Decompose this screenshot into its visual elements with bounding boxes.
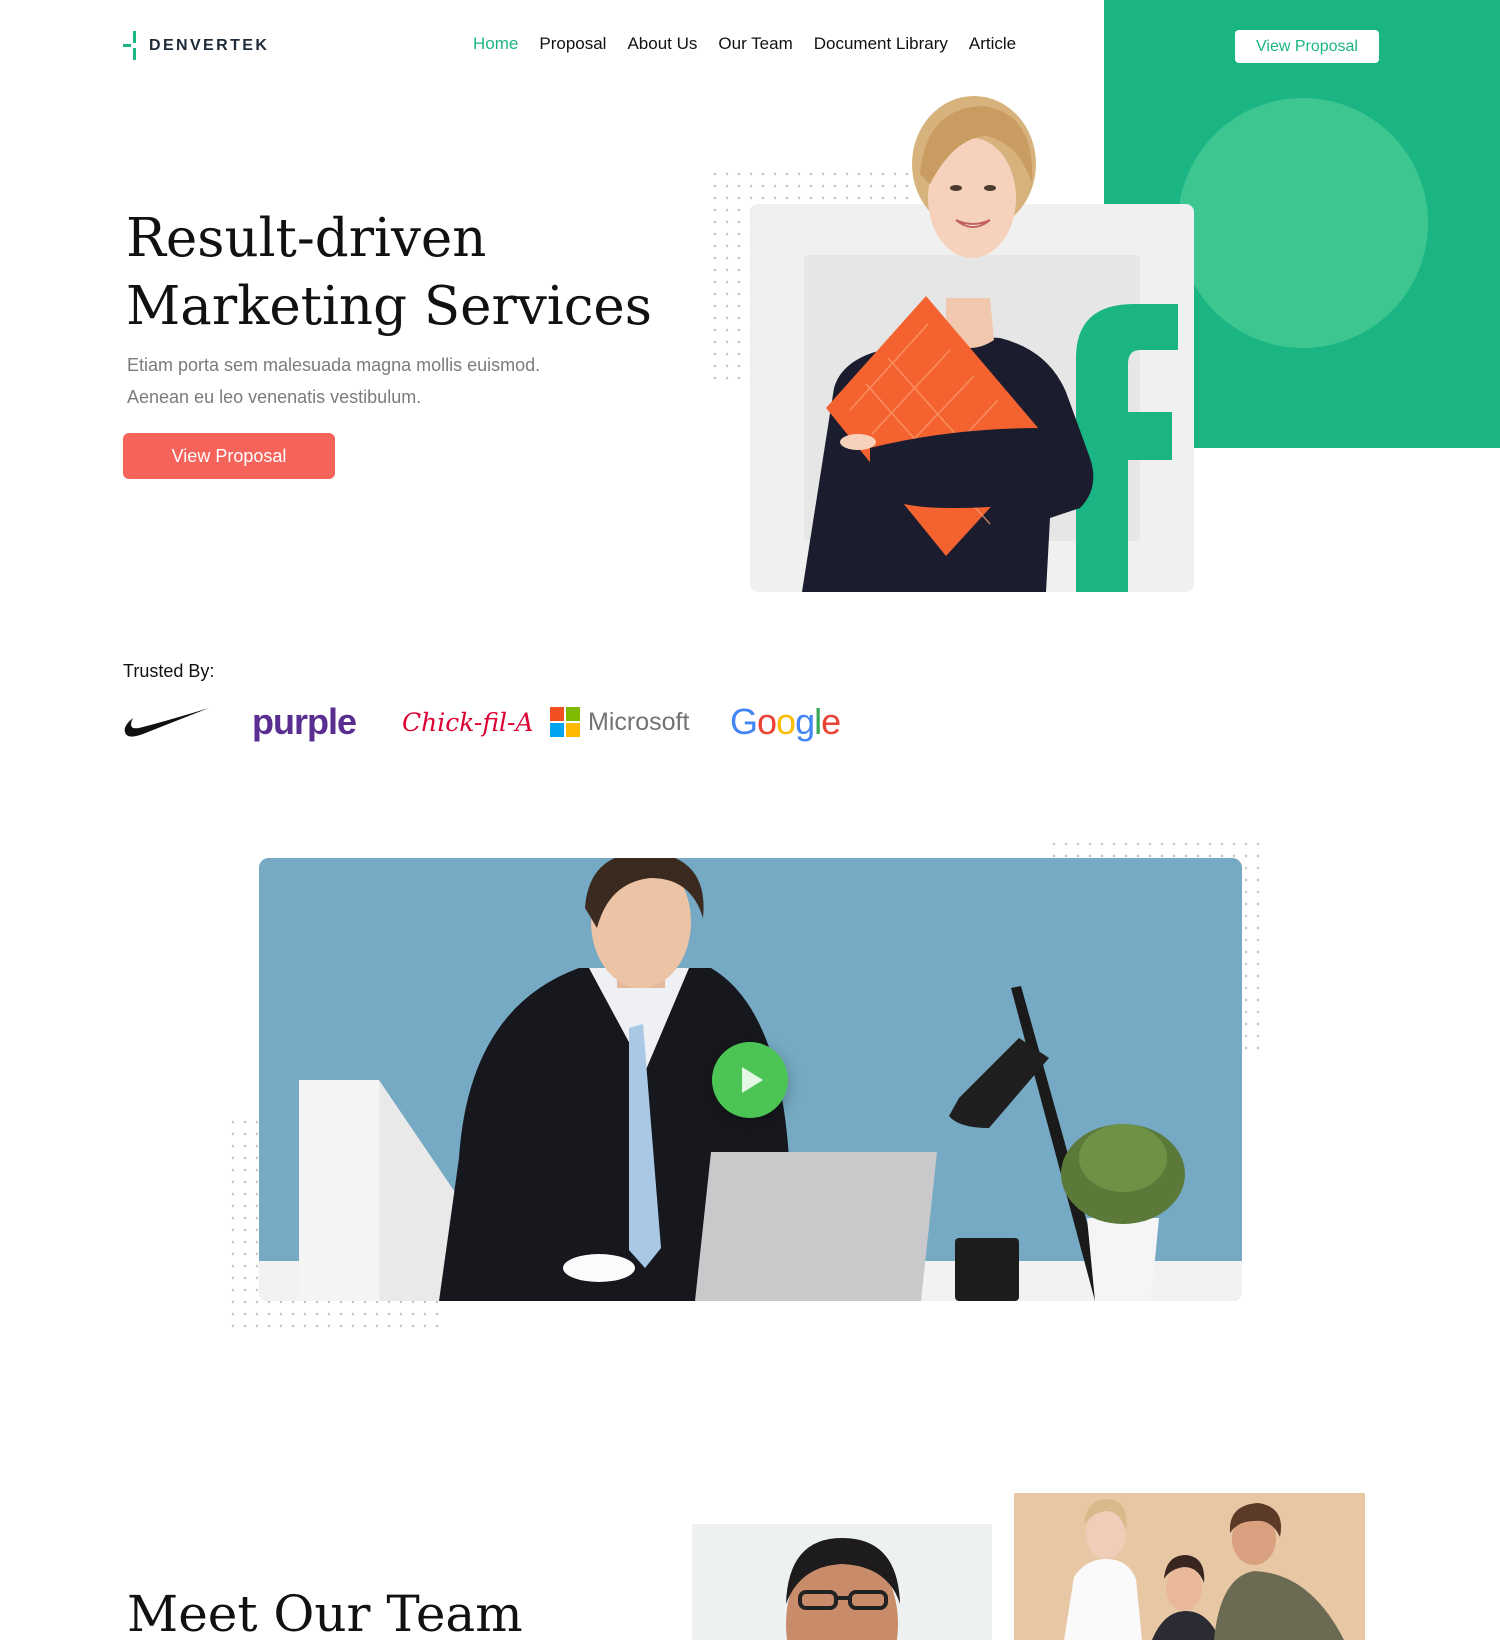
team-group-photo: [1014, 1493, 1365, 1640]
chick-fil-a-logo: Chick-fil-A: [402, 707, 534, 737]
microsoft-wordmark: Microsoft: [588, 707, 690, 736]
nike-logo: [124, 708, 209, 737]
play-button[interactable]: [712, 1042, 788, 1118]
nav-document-library[interactable]: Document Library: [814, 34, 948, 54]
hero-subtitle-line1: Etiam porta sem malesuada magna mollis e…: [127, 355, 541, 375]
microsoft-squares-icon: [550, 707, 580, 737]
nav-home[interactable]: Home: [473, 34, 518, 54]
trusted-by-label: Trusted By:: [123, 661, 215, 681]
nav-our-team[interactable]: Our Team: [718, 34, 792, 54]
hero-subtitle-line2: Aenean eu leo venenatis vestibulum.: [127, 387, 422, 407]
google-wordmark: Google: [730, 701, 841, 742]
main-nav: Home Proposal About Us Our Team Document…: [473, 34, 1016, 54]
hero-title-line1: Result-driven: [126, 208, 487, 269]
hero-view-proposal-button[interactable]: View Proposal: [123, 433, 335, 479]
play-icon: [742, 1067, 763, 1093]
logo-mark-icon: [121, 31, 139, 61]
hero-green-circle: [1178, 98, 1428, 348]
hero-woman-image: [802, 96, 1178, 592]
microsoft-logo: Microsoft: [550, 700, 689, 744]
team-group-image: [1064, 1499, 1344, 1640]
team-section-title: Meet Our Team: [127, 1585, 523, 1640]
team-member-photo: [692, 1524, 992, 1640]
logo[interactable]: DENVERTEK: [121, 31, 269, 61]
hero-title: Result-driven Marketing Services: [126, 205, 666, 341]
nav-article[interactable]: Article: [969, 34, 1016, 54]
nav-about-us[interactable]: About Us: [627, 34, 697, 54]
team-member-man-image: [786, 1538, 900, 1640]
hero-title-line2: Marketing Services: [126, 276, 652, 337]
nav-proposal[interactable]: Proposal: [539, 34, 606, 54]
logo-text: DENVERTEK: [149, 37, 270, 54]
header-view-proposal-button[interactable]: View Proposal: [1235, 30, 1379, 63]
hero-subtitle: Etiam porta sem malesuada magna mollis e…: [127, 349, 607, 413]
google-logo: Google: [730, 700, 841, 744]
purple-logo: purple: [252, 701, 357, 742]
